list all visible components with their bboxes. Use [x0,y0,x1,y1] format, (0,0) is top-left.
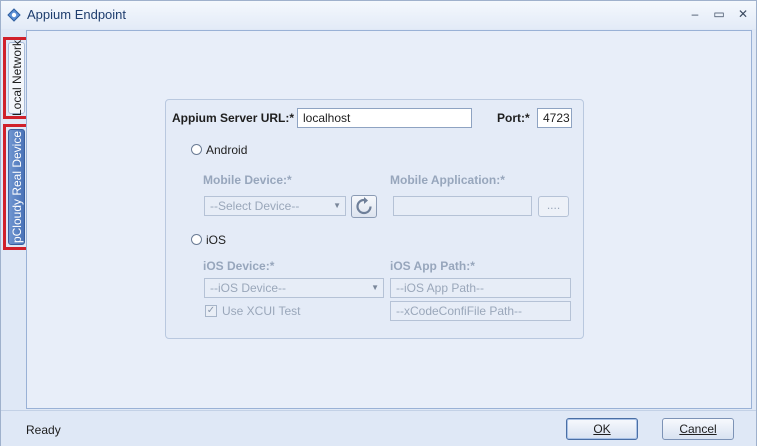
port-input[interactable]: 4723 [537,108,572,128]
tab-local-network-surface: Local Network [8,39,25,117]
mobile-application-input[interactable] [393,196,532,216]
title-bar: Appium Endpoint – ▭ ✕ [1,1,756,29]
use-xcui-checkbox[interactable]: ✓ [205,305,217,317]
refresh-devices-button[interactable] [351,195,377,218]
appium-icon [7,8,21,22]
status-text: Ready [26,423,61,437]
mobile-device-select-value: --Select Device-- [210,199,300,213]
appium-endpoint-window: Appium Endpoint – ▭ ✕ Local Network pClo… [0,0,757,446]
window-title: Appium Endpoint [27,7,127,22]
ios-device-select-value: --iOS Device-- [210,281,287,295]
android-radio-label: Android [206,143,248,157]
server-url-label: Appium Server URL:* [172,111,295,125]
tab-pcloudy-label: pCloudy Real Device [9,130,24,244]
ios-device-select[interactable]: --iOS Device-- ▼ [204,278,384,298]
minimize-button[interactable]: – [686,6,704,22]
xcode-config-input[interactable]: --xCodeConfiFile Path-- [390,301,571,321]
use-xcui-label: Use XCUI Test [222,304,301,318]
server-url-input[interactable]: localhost [297,108,472,128]
mobile-application-label: Mobile Application:* [390,173,505,187]
ios-app-path-input[interactable]: --iOS App Path-- [390,278,571,298]
status-bar: Ready OK Cancel [1,410,756,446]
chevron-down-icon: ▼ [333,201,341,210]
chevron-down-icon: ▼ [371,283,379,292]
android-radio[interactable] [191,144,202,155]
ok-button[interactable]: OK [566,418,638,440]
mobile-device-label: Mobile Device:* [203,173,292,187]
maximize-button[interactable]: ▭ [710,6,728,22]
cancel-button[interactable]: Cancel [662,418,734,440]
close-button[interactable]: ✕ [734,6,752,22]
refresh-icon [356,197,372,215]
tab-pcloudy-surface: pCloudy Real Device [8,129,25,245]
ios-app-path-label: iOS App Path:* [390,259,475,273]
port-label: Port:* [497,111,530,125]
browse-application-button[interactable]: .... [538,196,569,217]
tab-local-network-label: Local Network [9,39,24,117]
appium-settings-panel: Appium Server URL:* localhost Port:* 472… [165,99,584,339]
mobile-device-select[interactable]: --Select Device-- ▼ [204,196,346,216]
ios-radio-label: iOS [206,233,227,247]
ios-device-label: iOS Device:* [203,259,275,273]
ios-radio[interactable] [191,234,202,245]
